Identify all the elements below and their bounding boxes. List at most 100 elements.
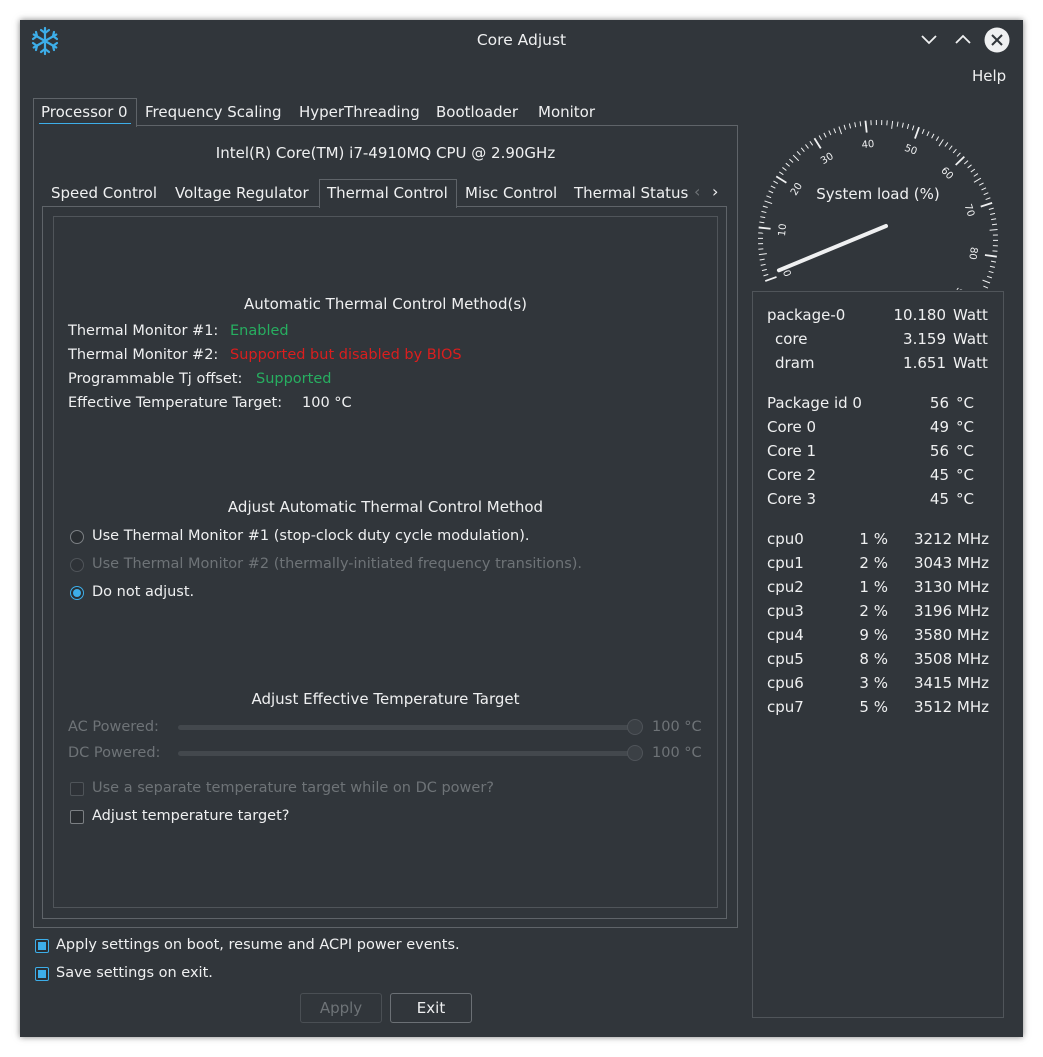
tab-thermal-status[interactable]: Thermal Status xyxy=(574,184,688,202)
tab-frequency-scaling[interactable]: Frequency Scaling xyxy=(145,103,282,121)
gauge-tick xyxy=(989,265,995,268)
adjust-target-checkbox[interactable] xyxy=(70,810,84,824)
gauge-tick xyxy=(948,145,953,150)
gauge-tick xyxy=(991,218,997,221)
tab-speed-control[interactable]: Speed Control xyxy=(51,184,157,202)
gauge-tick xyxy=(983,285,989,289)
ac-slider-handle xyxy=(627,719,643,735)
gauge-tick xyxy=(761,210,767,214)
gauge-tick-label: 90 xyxy=(949,285,965,290)
ac-powered-slider xyxy=(178,725,634,730)
gauge-tick-label: 30 xyxy=(819,151,836,167)
gauge-tick xyxy=(770,185,776,189)
cpu-freq: 3512 MHz xyxy=(913,698,989,716)
gauge-tick xyxy=(967,164,972,169)
gauge-tick xyxy=(952,148,957,154)
gauge-tick xyxy=(764,276,777,282)
temp-unit: °C xyxy=(956,394,974,412)
dc-powered-label: DC Powered: xyxy=(68,745,161,761)
gauge-tick-label: 60 xyxy=(938,165,955,182)
power-value: 1.651 xyxy=(903,354,946,372)
radio-do-not-adjust[interactable] xyxy=(70,586,84,600)
gauge-tick-label: 70 xyxy=(962,203,976,219)
exit-button[interactable]: Exit xyxy=(390,993,472,1023)
adjust-target-label[interactable]: Adjust temperature target? xyxy=(92,808,289,824)
dc-powered-value: 100 °C xyxy=(652,745,702,761)
apply-button[interactable]: Apply xyxy=(300,993,382,1023)
dc-powered-slider xyxy=(178,751,634,756)
tab-thermal-control[interactable]: Thermal Control xyxy=(327,184,448,202)
gauge-tick xyxy=(854,122,857,128)
radio-do-not-adjust-label[interactable]: Do not adjust. xyxy=(92,584,194,600)
power-value: 10.180 xyxy=(893,306,947,324)
gauge-tick xyxy=(931,133,935,139)
gauge-tick xyxy=(764,200,773,205)
power-name: package-0 xyxy=(767,306,846,324)
cpu-load: 2 % xyxy=(859,554,888,572)
save-exit-checkbox[interactable] xyxy=(35,967,49,981)
tab-voltage-regulator[interactable]: Voltage Regulator xyxy=(175,184,309,202)
temp-unit: °C xyxy=(956,442,974,460)
temp-value: 49 xyxy=(929,418,949,436)
cpu-name: cpu6 xyxy=(767,674,804,692)
temp-name: Core 1 xyxy=(767,442,817,460)
gauge-tick xyxy=(990,260,997,263)
gauge-tick xyxy=(759,258,765,261)
gauge-tick-label: 10 xyxy=(777,223,789,237)
temp-value: 45 xyxy=(929,466,949,484)
radio-tm1-label[interactable]: Use Thermal Monitor #1 (stop-clock duty … xyxy=(92,528,530,544)
gauge-tick-label: 40 xyxy=(861,139,875,151)
cpu-name: cpu0 xyxy=(767,530,804,548)
gauge-tick xyxy=(848,123,852,129)
gauge-tick xyxy=(758,226,771,230)
gauge-title: System load (%) xyxy=(816,185,940,203)
apply-boot-label[interactable]: Apply settings on boot, resume and ACPI … xyxy=(56,937,460,953)
gauge-tick xyxy=(973,177,982,183)
cpu-freq: 3212 MHz xyxy=(913,530,989,548)
gauge-tick xyxy=(805,144,809,149)
gauge-tick xyxy=(823,132,827,138)
cpu-load: 3 % xyxy=(859,674,888,692)
ac-powered-value: 100 °C xyxy=(652,719,702,735)
close-button[interactable] xyxy=(984,27,1010,53)
gauge-tick xyxy=(984,254,997,258)
menu-help[interactable]: Help xyxy=(972,67,1006,85)
gauge-tick xyxy=(914,126,920,139)
power-value: 3.159 xyxy=(903,330,946,348)
temp-unit: °C xyxy=(956,418,974,436)
gauge-tick xyxy=(796,151,801,156)
separate-dc-label: Use a separate temperature target while … xyxy=(92,780,494,796)
tj-value: Supported xyxy=(256,371,332,387)
tab-processor-0[interactable]: Processor 0 xyxy=(41,103,128,121)
cpu-freq: 3508 MHz xyxy=(913,650,989,668)
gauge-tick xyxy=(982,279,991,284)
temp-value: 56 xyxy=(929,394,949,412)
maximize-button[interactable] xyxy=(950,27,976,53)
tab-monitor[interactable]: Monitor xyxy=(538,103,595,121)
gauge-tick xyxy=(792,154,800,162)
tab-misc-control[interactable]: Misc Control xyxy=(465,184,557,202)
gauge-tick xyxy=(766,195,772,199)
gauge-tick xyxy=(985,197,991,201)
save-exit-label[interactable]: Save settings on exit. xyxy=(56,965,213,981)
ac-powered-label: AC Powered: xyxy=(68,719,159,735)
tab-scroll-left-icon[interactable]: ‹ xyxy=(694,182,700,201)
cpu-load: 8 % xyxy=(859,650,888,668)
tab-bootloader[interactable]: Bootloader xyxy=(436,103,518,121)
system-load-gauge: 0102030405060708090100 System load (%) xyxy=(758,120,999,290)
cpu-name: cpu5 xyxy=(767,650,804,668)
radio-tm1[interactable] xyxy=(70,530,84,544)
gauge-tick xyxy=(990,212,996,216)
gauge-tick xyxy=(761,268,767,272)
gauge-tick xyxy=(775,175,787,184)
gauge-tick xyxy=(833,128,837,134)
temp-unit: °C xyxy=(956,466,974,484)
minimize-button[interactable] xyxy=(916,27,942,53)
adjust-method-heading: Adjust Automatic Thermal Control Method xyxy=(227,498,544,516)
gauge-tick xyxy=(988,207,994,210)
gauge-tick xyxy=(938,139,944,147)
tab-scroll-right-icon[interactable]: › xyxy=(712,182,718,201)
apply-boot-checkbox[interactable] xyxy=(35,939,49,953)
gauge-tick xyxy=(963,160,969,165)
tab-hyperthreading[interactable]: HyperThreading xyxy=(299,103,420,121)
